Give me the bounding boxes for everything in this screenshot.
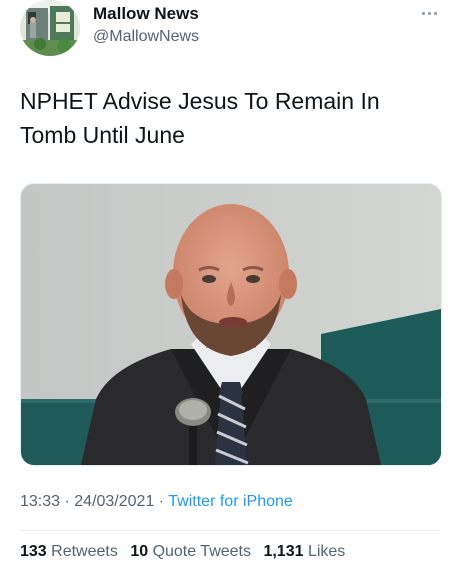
retweets-stat[interactable]: 133 Retweets	[20, 543, 118, 560]
avatar[interactable]	[20, 0, 80, 56]
tweet-time[interactable]: 13:33	[20, 493, 60, 510]
avatar-photo-icon	[20, 0, 80, 56]
tweet-date[interactable]: 24/03/2021	[74, 493, 154, 510]
quotes-count: 10	[130, 543, 149, 560]
tweet-card: Mallow News @MallowNews NPHET Advise Jes…	[0, 0, 460, 561]
tweet-text: NPHET Advise Jesus To Remain In Tomb Unt…	[20, 84, 440, 152]
quote-tweets-stat[interactable]: 10 Quote Tweets	[130, 543, 251, 560]
author-handle[interactable]: @MallowNews	[93, 26, 199, 48]
quotes-label: Quote Tweets	[152, 543, 251, 560]
tweet-source-link[interactable]: Twitter for iPhone	[168, 493, 293, 510]
retweets-label: Retweets	[51, 543, 118, 560]
author-info[interactable]: Mallow News @MallowNews	[93, 3, 199, 48]
author-display-name[interactable]: Mallow News	[93, 3, 199, 25]
more-horizontal-icon	[421, 11, 425, 15]
tweet-timestamp: 13:33 · 24/03/2021 · Twitter for iPhone	[20, 493, 293, 511]
tweet-stats: 133 Retweets 10 Quote Tweets 1,131 Likes	[20, 543, 353, 561]
tweet-text-line: NPHET Advise Jesus To Remain In	[20, 88, 380, 114]
divider	[20, 530, 440, 531]
meta-separator: ·	[60, 493, 75, 510]
photo-man-at-microphone	[21, 184, 441, 465]
likes-label: Likes	[307, 543, 346, 560]
meta-separator: ·	[154, 493, 169, 510]
likes-count: 1,131	[263, 543, 304, 560]
tweet-text-line: Tomb Until June	[20, 122, 185, 148]
tweet-media-image[interactable]	[20, 183, 442, 466]
likes-stat[interactable]: 1,131 Likes	[263, 543, 345, 560]
more-options-button[interactable]	[418, 6, 440, 20]
retweets-count: 133	[20, 543, 47, 560]
